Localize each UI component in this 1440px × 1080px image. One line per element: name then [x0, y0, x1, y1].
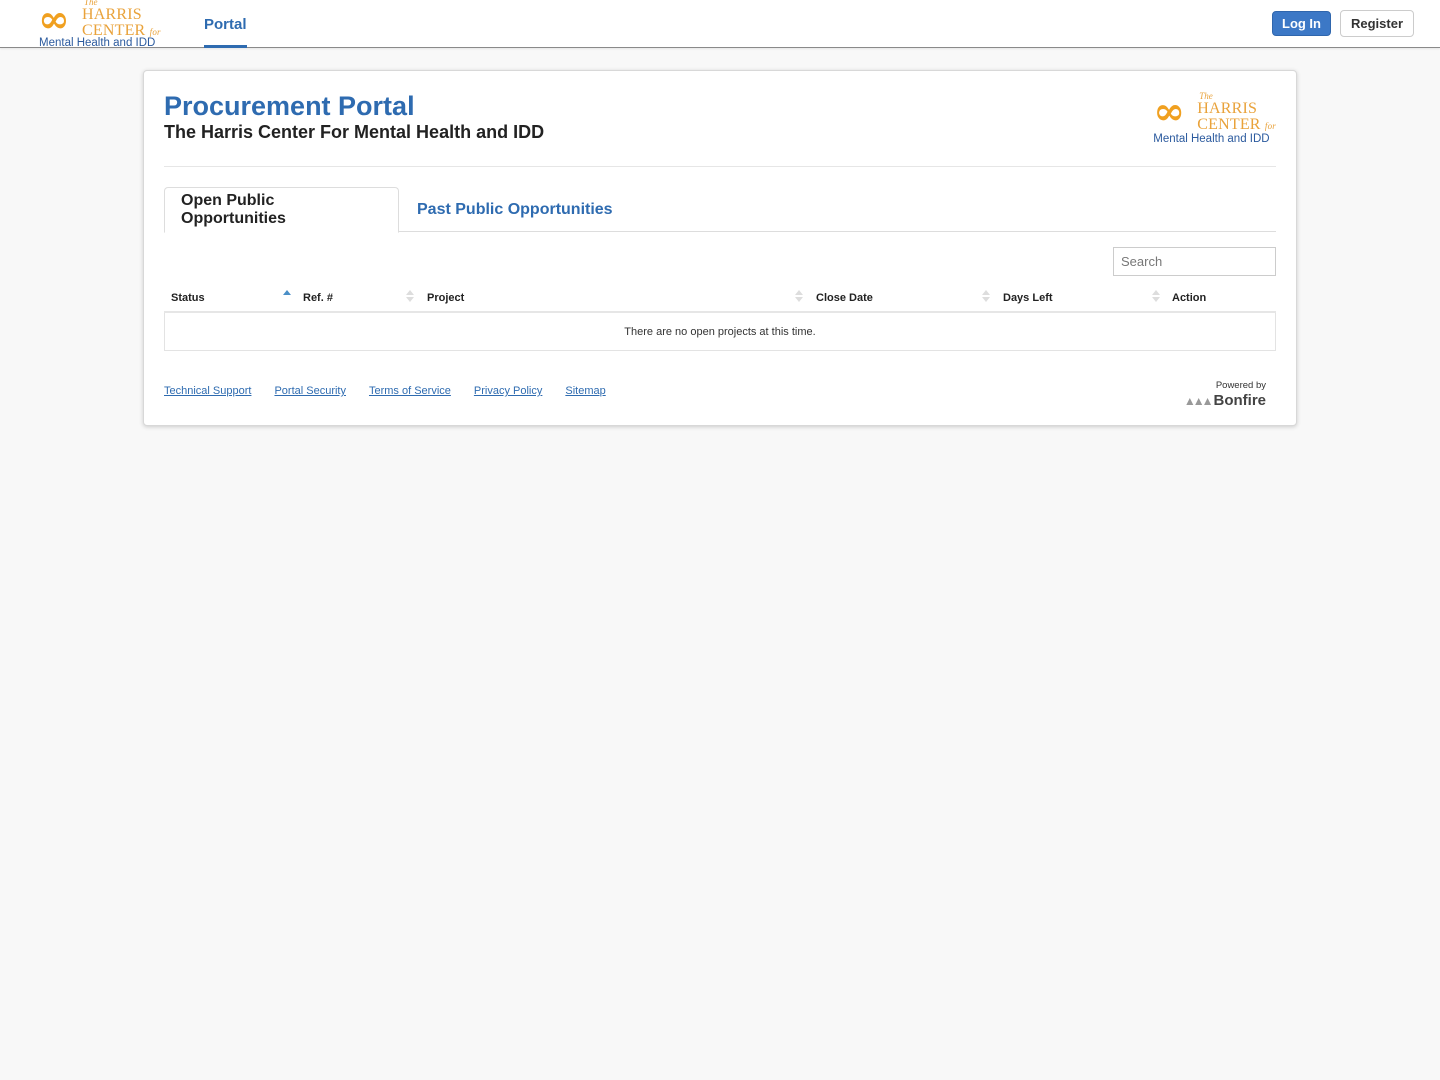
column-label: Action [1172, 292, 1207, 304]
flame-icon: ▲▲▲ [1183, 393, 1214, 408]
powered-by-label: Powered by [1215, 380, 1266, 391]
top-navigation-bar: ∞ The HARRIS CENTER for Mental Health an… [0, 0, 1440, 49]
harris-center-card-logo: ∞ The HARRIS CENTER for Mental Health an… [1153, 88, 1276, 146]
logo-wordmark: The HARRIS CENTER for [1197, 92, 1276, 133]
column-header-status[interactable]: Status [171, 284, 205, 312]
footer-link-privacy-policy[interactable]: Privacy Policy [474, 385, 542, 397]
bonfire-brand: ▲▲▲ Bonfire [1184, 392, 1266, 409]
column-header-project[interactable]: Project [427, 284, 464, 312]
footer-link-portal-security[interactable]: Portal Security [274, 385, 346, 397]
column-label: Ref. # [303, 292, 333, 304]
nav-portal-link[interactable]: Portal [204, 0, 247, 48]
column-label: Status [171, 292, 205, 304]
empty-table-message: There are no open projects at this time. [164, 313, 1276, 351]
bonfire-wordmark: Bonfire [1213, 392, 1267, 409]
register-button[interactable]: Register [1340, 10, 1414, 37]
harris-logo-mark-icon: ∞ [1153, 88, 1185, 133]
column-header-ref[interactable]: Ref. # [303, 284, 333, 312]
column-label: Days Left [1003, 292, 1053, 304]
column-header-close-date[interactable]: Close Date [816, 284, 873, 312]
logo-for: for [1264, 121, 1276, 131]
logo-tagline: Mental Health and IDD [1153, 133, 1270, 145]
page-title: Procurement Portal [164, 91, 415, 121]
sort-icon[interactable] [1152, 288, 1160, 304]
sort-icon[interactable] [982, 288, 990, 304]
login-button[interactable]: Log In [1272, 11, 1331, 36]
tab-open-public-opportunities[interactable]: Open Public Opportunities [164, 187, 399, 233]
search-input[interactable] [1113, 247, 1276, 276]
sort-ascending-icon[interactable] [283, 288, 291, 304]
page-subtitle: The Harris Center For Mental Health and … [164, 122, 545, 142]
footer-links: Technical Support Portal Security Terms … [164, 385, 606, 397]
logo-harris: HARRIS [82, 6, 142, 23]
column-label: Close Date [816, 292, 873, 304]
powered-by-bonfire[interactable]: Powered by ▲▲▲ Bonfire [1184, 380, 1266, 409]
sort-icon[interactable] [795, 288, 803, 304]
logo-tagline: Mental Health and IDD [39, 37, 156, 49]
footer-link-terms-of-service[interactable]: Terms of Service [369, 385, 451, 397]
logo-wordmark: The HARRIS CENTER for [82, 0, 161, 39]
sort-icon[interactable] [406, 288, 414, 304]
portal-card: Procurement Portal The Harris Center For… [143, 70, 1297, 426]
logo-center: CENTER [1197, 116, 1261, 133]
column-header-action[interactable]: Action [1172, 284, 1206, 312]
footer-link-sitemap[interactable]: Sitemap [565, 385, 605, 397]
footer-link-technical-support[interactable]: Technical Support [164, 385, 251, 397]
header-divider [164, 166, 1276, 167]
harris-logo-mark-icon: ∞ [38, 0, 70, 41]
opportunity-tabs: Open Public Opportunities Past Public Op… [164, 187, 1276, 233]
logo-center-line: CENTER for [1197, 117, 1276, 133]
column-label: Project [427, 292, 465, 304]
column-header-days-left[interactable]: Days Left [1003, 284, 1053, 312]
tab-past-public-opportunities[interactable]: Past Public Opportunities [401, 187, 629, 232]
harris-center-logo[interactable]: ∞ The HARRIS CENTER for Mental Health an… [38, 0, 161, 49]
logo-harris: HARRIS [1197, 100, 1258, 117]
logo-for: for [149, 27, 161, 37]
